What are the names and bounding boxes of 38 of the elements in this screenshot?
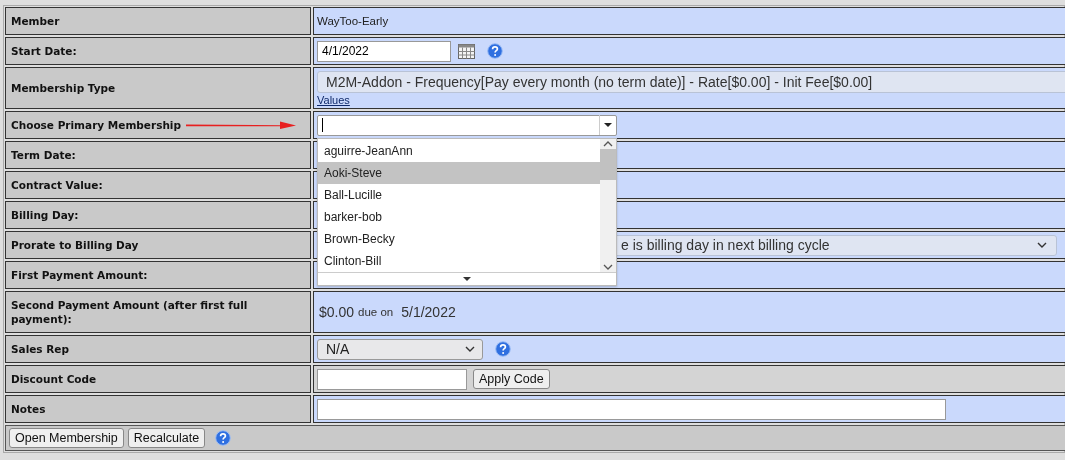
field-label: Contract Value: (5, 171, 311, 199)
field-label: Prorate to Billing Day (5, 231, 311, 259)
help-icon[interactable] (487, 43, 503, 59)
field-label: Billing Day: (5, 201, 311, 229)
field-label: Choose Primary Membership (5, 111, 311, 139)
scrollbar[interactable] (600, 138, 616, 272)
dropdown-option[interactable]: Aoki-Steve (318, 161, 600, 184)
field-label: Second Payment Amount (after first full payment): (5, 291, 311, 333)
due-label: due on (358, 306, 394, 318)
date-field[interactable]: 4/1/2022 (317, 40, 451, 62)
dropdown-option[interactable]: Ball-Lucille (318, 183, 600, 206)
field-label: Notes (5, 395, 311, 423)
scroll-thumb[interactable] (600, 148, 616, 180)
field-label: Discount Code (5, 365, 311, 393)
chevron-down-icon[interactable] (1036, 241, 1048, 249)
membership-type-field[interactable]: M2M-Addon - Frequency[Pay every month (no term date)] - Rate[$0.00] - Init Fee[$0.00] (317, 70, 1065, 93)
sales-rep-select[interactable]: N/A (317, 338, 483, 360)
chevron-down-icon[interactable] (464, 345, 476, 353)
calendar-icon[interactable] (458, 43, 475, 59)
help-icon[interactable] (495, 341, 511, 357)
values-link[interactable]: Values (317, 93, 1065, 106)
notes-field[interactable] (317, 398, 946, 420)
discount-code-field[interactable] (317, 368, 467, 390)
help-icon[interactable] (215, 430, 232, 446)
action-button[interactable]: Open Membership (9, 428, 124, 448)
field-label: Sales Rep (5, 335, 311, 363)
apply-code-button[interactable]: Apply Code (473, 369, 550, 389)
pointer-arrow-icon (186, 121, 296, 129)
due-date: 5/1/2022 (401, 304, 456, 320)
field-label: Member (5, 7, 311, 35)
member-name: WayToo-Early (317, 15, 389, 27)
field-label: Term Date: (5, 141, 311, 169)
field-label: First Payment Amount: (5, 261, 311, 289)
expand-arrow-icon[interactable] (462, 275, 472, 282)
field-label: Start Date: (5, 37, 311, 65)
action-button[interactable]: Recalculate (127, 428, 206, 448)
payment-amount: $0.00 (319, 304, 355, 320)
field-label: Membership Type (5, 67, 311, 109)
